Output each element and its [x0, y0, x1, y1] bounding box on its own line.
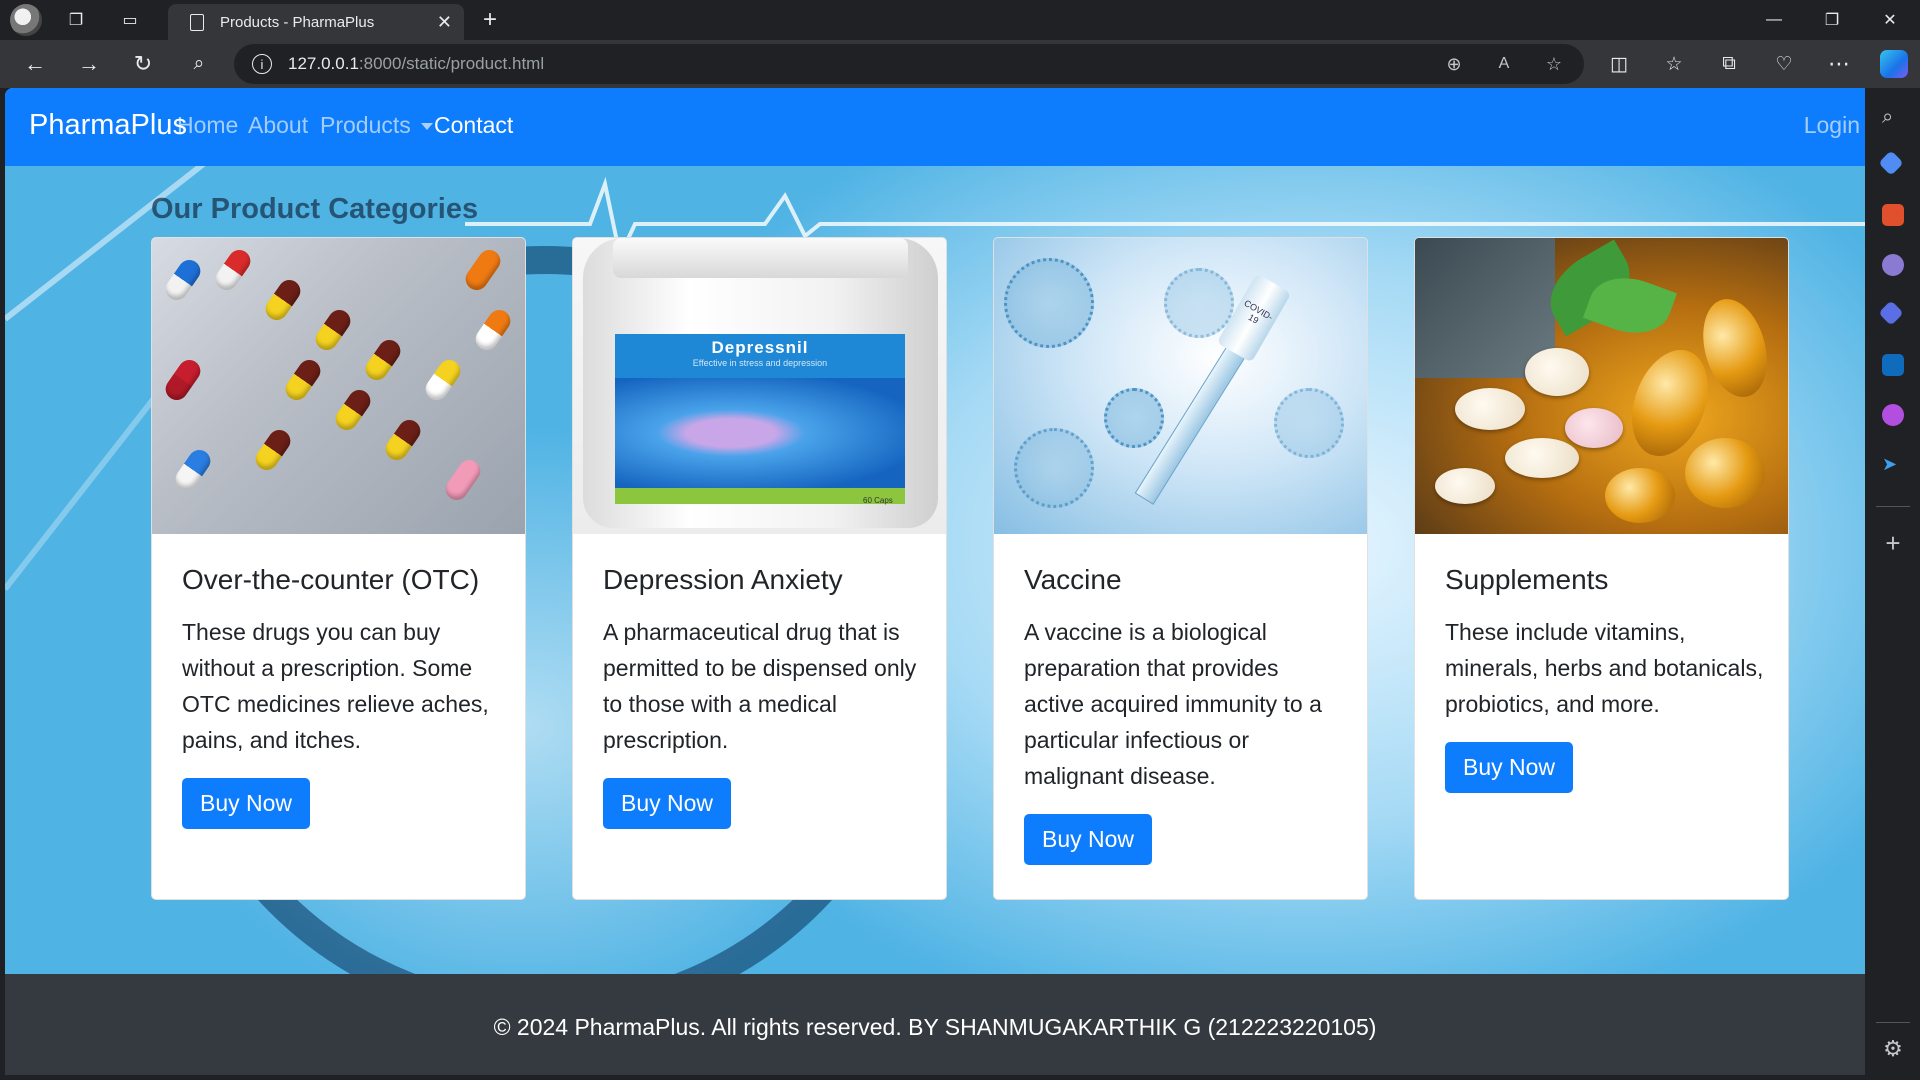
workspaces-icon[interactable]: ❐	[62, 6, 90, 34]
forward-icon[interactable]: →	[72, 48, 106, 80]
designer-icon[interactable]	[1882, 404, 1904, 426]
brand-logo[interactable]: PharmaPlus	[29, 109, 187, 142]
nav-products-label: Products	[320, 112, 411, 138]
nav-about[interactable]: About	[248, 112, 308, 139]
profile-avatar[interactable]	[10, 4, 42, 36]
card-description: These include vitamins, minerals, herbs …	[1445, 619, 1764, 717]
tab-title: Products - PharmaPlus	[220, 13, 375, 31]
bottle-label-text: Depressnil	[711, 338, 809, 357]
card-description: A vaccine is a biological preparation th…	[1024, 619, 1322, 789]
shopping-tag-icon[interactable]	[1878, 150, 1904, 176]
sidebar-search-icon[interactable]: ⌕	[1882, 106, 1904, 128]
send-icon[interactable]: ➤	[1882, 454, 1904, 476]
caret-down-icon	[420, 123, 433, 130]
more-menu-icon[interactable]: ⋯	[1822, 48, 1856, 80]
card-title: Over-the-counter (OTC)	[182, 564, 480, 595]
page-viewport: PharmaPlus Home About Products Contact L…	[5, 88, 1865, 1075]
product-card-otc: Over-the-counter (OTC) These drugs you c…	[151, 237, 526, 900]
card-title: Supplements	[1445, 564, 1609, 595]
card-title: Depression Anxiety	[603, 564, 843, 595]
nav-products-dropdown[interactable]: Products	[320, 112, 433, 139]
vaccine-image: COVID-19	[994, 238, 1367, 534]
sidebar-settings-icon[interactable]: ⚙	[1880, 1036, 1906, 1062]
browser-tab-strip: ❐ ▭ Products - PharmaPlus ✕ + — ❐ ✕	[0, 0, 1920, 40]
back-icon[interactable]: ←	[18, 48, 52, 80]
favorite-star-icon[interactable]: ☆	[1540, 50, 1568, 78]
window-close-icon[interactable]: ✕	[1866, 4, 1914, 36]
address-bar[interactable]: i 127.0.0.1:8000/static/product.html ⊕ A…	[234, 44, 1584, 84]
site-info-icon[interactable]: i	[252, 54, 272, 74]
add-sidebar-app-icon[interactable]: +	[1880, 528, 1906, 559]
zoom-icon[interactable]: ⊕	[1440, 50, 1468, 78]
otc-pills-image	[152, 238, 525, 534]
minimize-icon[interactable]: —	[1750, 4, 1798, 36]
supplements-image	[1415, 238, 1788, 534]
product-card-vaccine: COVID-19 Vaccine A vaccine is a biologic…	[993, 237, 1368, 900]
games-icon[interactable]	[1882, 254, 1904, 276]
nav-contact[interactable]: Contact	[434, 112, 513, 139]
url-host: 127.0.0.1	[288, 54, 359, 73]
read-aloud-icon[interactable]: A	[1490, 50, 1518, 78]
section-heading: Our Product Categories	[151, 193, 479, 225]
copilot-icon[interactable]	[1880, 50, 1908, 78]
sidebar-divider-bottom	[1876, 1022, 1910, 1023]
buy-now-button-depression[interactable]: Buy Now	[603, 778, 732, 829]
buy-now-button-otc[interactable]: Buy Now	[182, 778, 311, 829]
bottle-caps-text: 60 Caps	[863, 496, 893, 505]
tools-briefcase-icon[interactable]	[1882, 204, 1904, 226]
buy-now-button-supplements[interactable]: Buy Now	[1445, 742, 1574, 793]
collections-icon[interactable]: ⧉	[1712, 48, 1746, 80]
nav-login[interactable]: Login	[1804, 112, 1860, 139]
browser-toolbar: ← → ↻ ⌕ i 127.0.0.1:8000/static/product.…	[0, 40, 1920, 88]
outlook-icon[interactable]	[1882, 354, 1904, 376]
tab-actions-icon[interactable]: ▭	[116, 6, 144, 34]
footer-copyright: © 2024 PharmaPlus. All rights reserved. …	[493, 1014, 1377, 1040]
card-description: A pharmaceutical drug that is permitted …	[603, 619, 917, 753]
browser-tab-active[interactable]: Products - PharmaPlus ✕	[168, 4, 464, 40]
product-card-depression: Depressnil Effective in stress and depre…	[572, 237, 947, 900]
card-description: These drugs you can buy without a prescr…	[182, 619, 489, 753]
site-navbar: PharmaPlus Home About Products Contact L…	[5, 88, 1865, 166]
products-section: Our Product Categories Over-the-counter …	[5, 166, 1865, 974]
favorites-icon[interactable]: ☆	[1657, 48, 1691, 80]
reload-icon[interactable]: ↻	[126, 48, 160, 80]
restore-icon[interactable]: ❐	[1808, 4, 1856, 36]
card-title: Vaccine	[1024, 564, 1122, 595]
page-icon	[190, 13, 204, 31]
product-card-supplements: Supplements These include vitamins, mine…	[1414, 237, 1789, 900]
new-tab-icon[interactable]: +	[476, 6, 504, 34]
buy-now-button-vaccine[interactable]: Buy Now	[1024, 814, 1153, 865]
split-screen-icon[interactable]: ◫	[1602, 48, 1636, 80]
site-footer: © 2024 PharmaPlus. All rights reserved. …	[5, 974, 1865, 1075]
depressnil-bottle-image: Depressnil Effective in stress and depre…	[573, 238, 946, 534]
nav-home[interactable]: Home	[177, 112, 238, 139]
browser-essentials-icon[interactable]: ♡	[1767, 48, 1801, 80]
search-icon[interactable]: ⌕	[182, 48, 216, 80]
browser-sidebar: ⌕ ➤ + ⚙	[1866, 88, 1920, 1080]
sidebar-divider	[1876, 506, 1910, 507]
copilot-app-icon[interactable]	[1878, 300, 1904, 326]
close-tab-icon[interactable]: ✕	[437, 12, 452, 33]
url-path: :8000/static/product.html	[358, 54, 545, 73]
bottle-sublabel-text: Effective in stress and depression	[692, 358, 828, 368]
